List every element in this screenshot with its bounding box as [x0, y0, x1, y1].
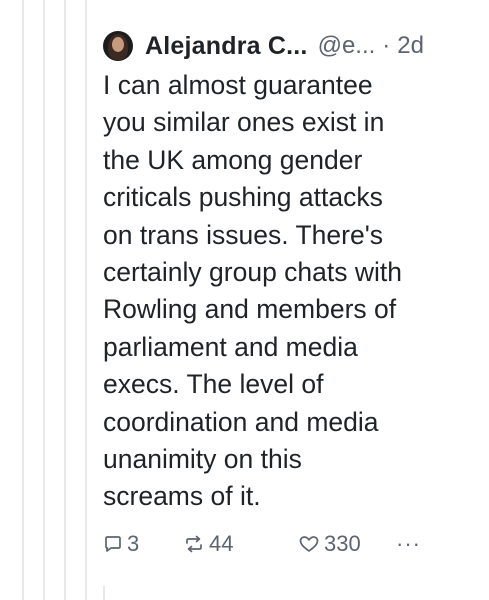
thread-line: [22, 0, 24, 600]
post-header: Alejandra C... @e... · 2d: [103, 28, 475, 64]
author-handle[interactable]: @e...: [318, 32, 376, 60]
thread-line: [64, 0, 66, 600]
avatar[interactable]: [103, 31, 133, 61]
post-age[interactable]: 2d: [397, 32, 424, 60]
post-text: I can almost guarantee you similar ones …: [103, 70, 403, 512]
reply-bubble-icon: [103, 534, 123, 554]
reply-button[interactable]: 3: [103, 531, 183, 557]
post-actions: 3 44 330 ···: [103, 526, 475, 562]
author-name[interactable]: Alejandra C...: [145, 32, 308, 61]
thread-guide-lines: [0, 0, 110, 600]
reply-post[interactable]: Alejandra C... @e... · 2d I can almost g…: [103, 28, 475, 562]
like-count: 330: [324, 530, 361, 556]
thread-line: [43, 0, 45, 600]
next-reply-thread-line: [103, 586, 105, 600]
like-button[interactable]: 330: [298, 531, 396, 557]
repost-button[interactable]: 44: [183, 531, 298, 557]
avatar-face: [112, 37, 124, 52]
thread-line: [85, 0, 87, 600]
heart-icon: [298, 534, 320, 554]
separator-dot: ·: [382, 32, 391, 59]
more-options-button[interactable]: ···: [396, 531, 421, 557]
repost-count: 44: [209, 530, 234, 556]
reply-count: 3: [127, 530, 140, 556]
more-dots-icon: ···: [396, 530, 421, 556]
repost-arrows-icon: [183, 534, 205, 554]
